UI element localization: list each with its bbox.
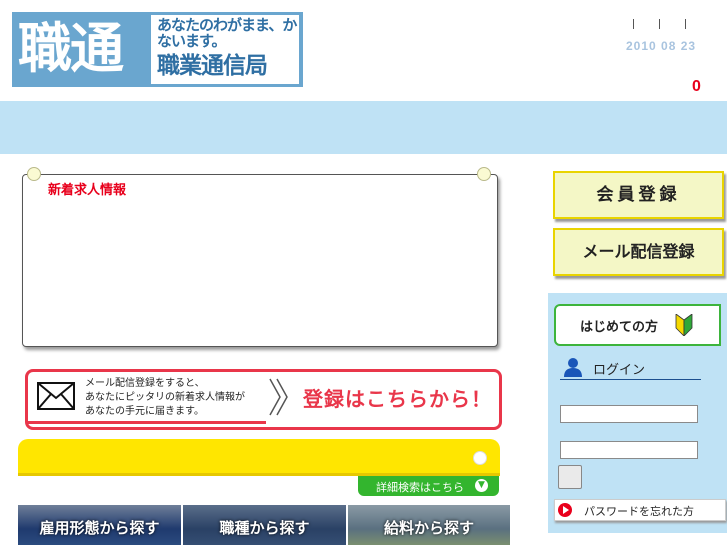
new-jobs-panel: 新着求人情報 <box>22 174 498 347</box>
visitor-counter: 0 <box>692 78 701 95</box>
forgot-password-link[interactable]: パスワードを忘れた方 <box>554 499 726 521</box>
detail-search-button[interactable]: 詳細検索はこちら ▼ <box>358 476 499 496</box>
tab-employment-type[interactable]: 雇用形態から探す <box>18 505 181 545</box>
login-label: ログイン <box>593 363 646 378</box>
new-jobs-title: 新着求人情報 <box>48 183 127 198</box>
mail-register-button[interactable]: メール配信登録 <box>553 228 724 276</box>
site-logo[interactable]: 職通 あなたのわがまま、かないます。 職業通信局 <box>12 12 303 87</box>
logo-text-panel: あなたのわがまま、かないます。 職業通信局 <box>151 15 299 84</box>
beginner-mark-icon <box>675 314 693 336</box>
mail-register-banner[interactable]: メール配信登録をすると、 あなたにピッタリの新着求人情報が あなたの手元に届きま… <box>25 369 502 430</box>
mail-register-cta[interactable]: 登録はこちらから！ <box>303 383 492 412</box>
forgot-password-label: パスワードを忘れた方 <box>584 505 694 518</box>
chevron-down-icon: ▼ <box>475 479 488 492</box>
mail-banner-text: メール配信登録をすると、 あなたにピッタリの新着求人情報が あなたの手元に届きま… <box>85 378 245 417</box>
envelope-icon <box>37 382 75 410</box>
login-id-input[interactable] <box>560 405 698 423</box>
login-sidebar: はじめての方 ログイン パスワードを忘れた方 <box>548 293 727 533</box>
tab-salary[interactable]: 給料から探す <box>348 505 510 545</box>
header-band <box>0 101 727 154</box>
password-input[interactable] <box>560 441 698 459</box>
date-separators <box>633 19 693 29</box>
login-submit-button[interactable] <box>558 465 582 489</box>
banner-accent-bar <box>28 421 266 424</box>
first-time-button[interactable]: はじめての方 <box>554 304 721 346</box>
login-heading: ログイン <box>560 355 701 380</box>
logo-tagline: あなたのわがまま、かないます。 <box>157 16 297 50</box>
play-arrow-icon <box>558 503 572 517</box>
first-time-label: はじめての方 <box>580 320 659 335</box>
logo-kanji: 職通 <box>18 17 124 80</box>
user-icon <box>564 358 582 377</box>
pin-icon <box>27 167 41 181</box>
member-register-button[interactable]: 会員登録 <box>553 171 724 219</box>
circle-icon <box>473 451 487 465</box>
tab-job-type[interactable]: 職種から探す <box>183 505 346 545</box>
date-display: 2010 08 23 <box>626 39 697 53</box>
double-chevron-icon <box>269 378 288 416</box>
logo-name: 職業通信局 <box>157 53 268 79</box>
pin-icon <box>477 167 491 181</box>
detail-search-label: 詳細検索はこちら <box>376 481 464 494</box>
search-bar <box>18 439 500 476</box>
